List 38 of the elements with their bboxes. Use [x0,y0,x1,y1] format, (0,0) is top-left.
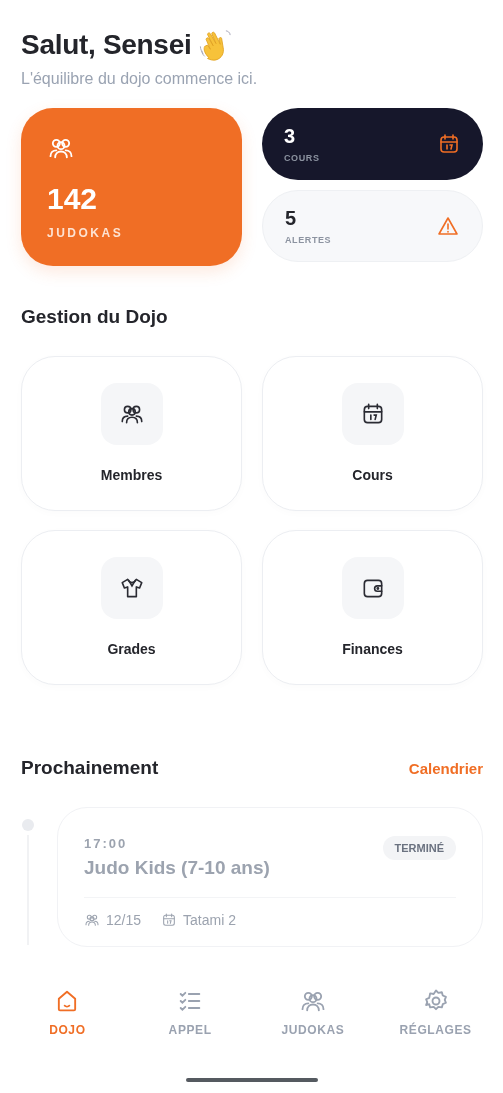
greeting-title: Salut, Sensei [21,29,192,61]
waving-hand-icon [199,28,234,62]
event-time: 17:00 [84,836,129,851]
menu-card[interactable]: Membres [21,356,242,511]
menu-label: Membres [100,467,163,483]
event-card[interactable]: 17:00 Judo Kids (7-10 ans) TERMINÉ 12/15 Tatami 2 [57,807,483,947]
section-title: Gestion du Dojo [21,306,169,328]
stat-value: 142 [47,182,98,216]
nav-tab[interactable]: JUDOKAS [257,987,368,1043]
menu-label: Cours [352,467,393,483]
nav-tab[interactable]: APPEL [135,987,246,1043]
menu-card[interactable]: Grades [21,530,242,685]
nav-label: JUDOKAS [281,1023,345,1037]
nav-tab[interactable]: DOJO [12,987,123,1043]
calendar-link[interactable]: Calendrier [408,759,483,777]
warning-icon [436,214,460,238]
nav-tab[interactable]: RÉGLAGES [380,987,491,1043]
section-title: Prochainement [21,757,159,779]
calendar-icon [161,912,178,928]
event-title: Judo Kids (7-10 ans) [84,857,270,879]
stat-value: 5 [285,207,298,230]
nav-label: APPEL [168,1023,212,1037]
people-icon [84,912,100,928]
stat-label: JUDOKAS [47,226,124,240]
attendance-count: 12/15 [106,912,142,928]
stat-label: ALERTES [285,235,332,245]
menu-card[interactable]: Cours [262,356,483,511]
menu-label: Finances [342,641,403,657]
calendar-icon [437,132,461,156]
nav-label: DOJO [49,1023,86,1037]
event-location: Tatami 2 [183,912,236,928]
nav-label: RÉGLAGES [399,1023,472,1037]
menu-label: Grades [107,641,156,657]
status-badge: TERMINÉ [382,836,456,860]
subtitle: L'équilibre du dojo commence ici. [21,70,259,88]
stat-label: COURS [284,153,320,163]
stat-value: 3 [284,125,297,148]
menu-card[interactable]: Finances [262,530,483,685]
